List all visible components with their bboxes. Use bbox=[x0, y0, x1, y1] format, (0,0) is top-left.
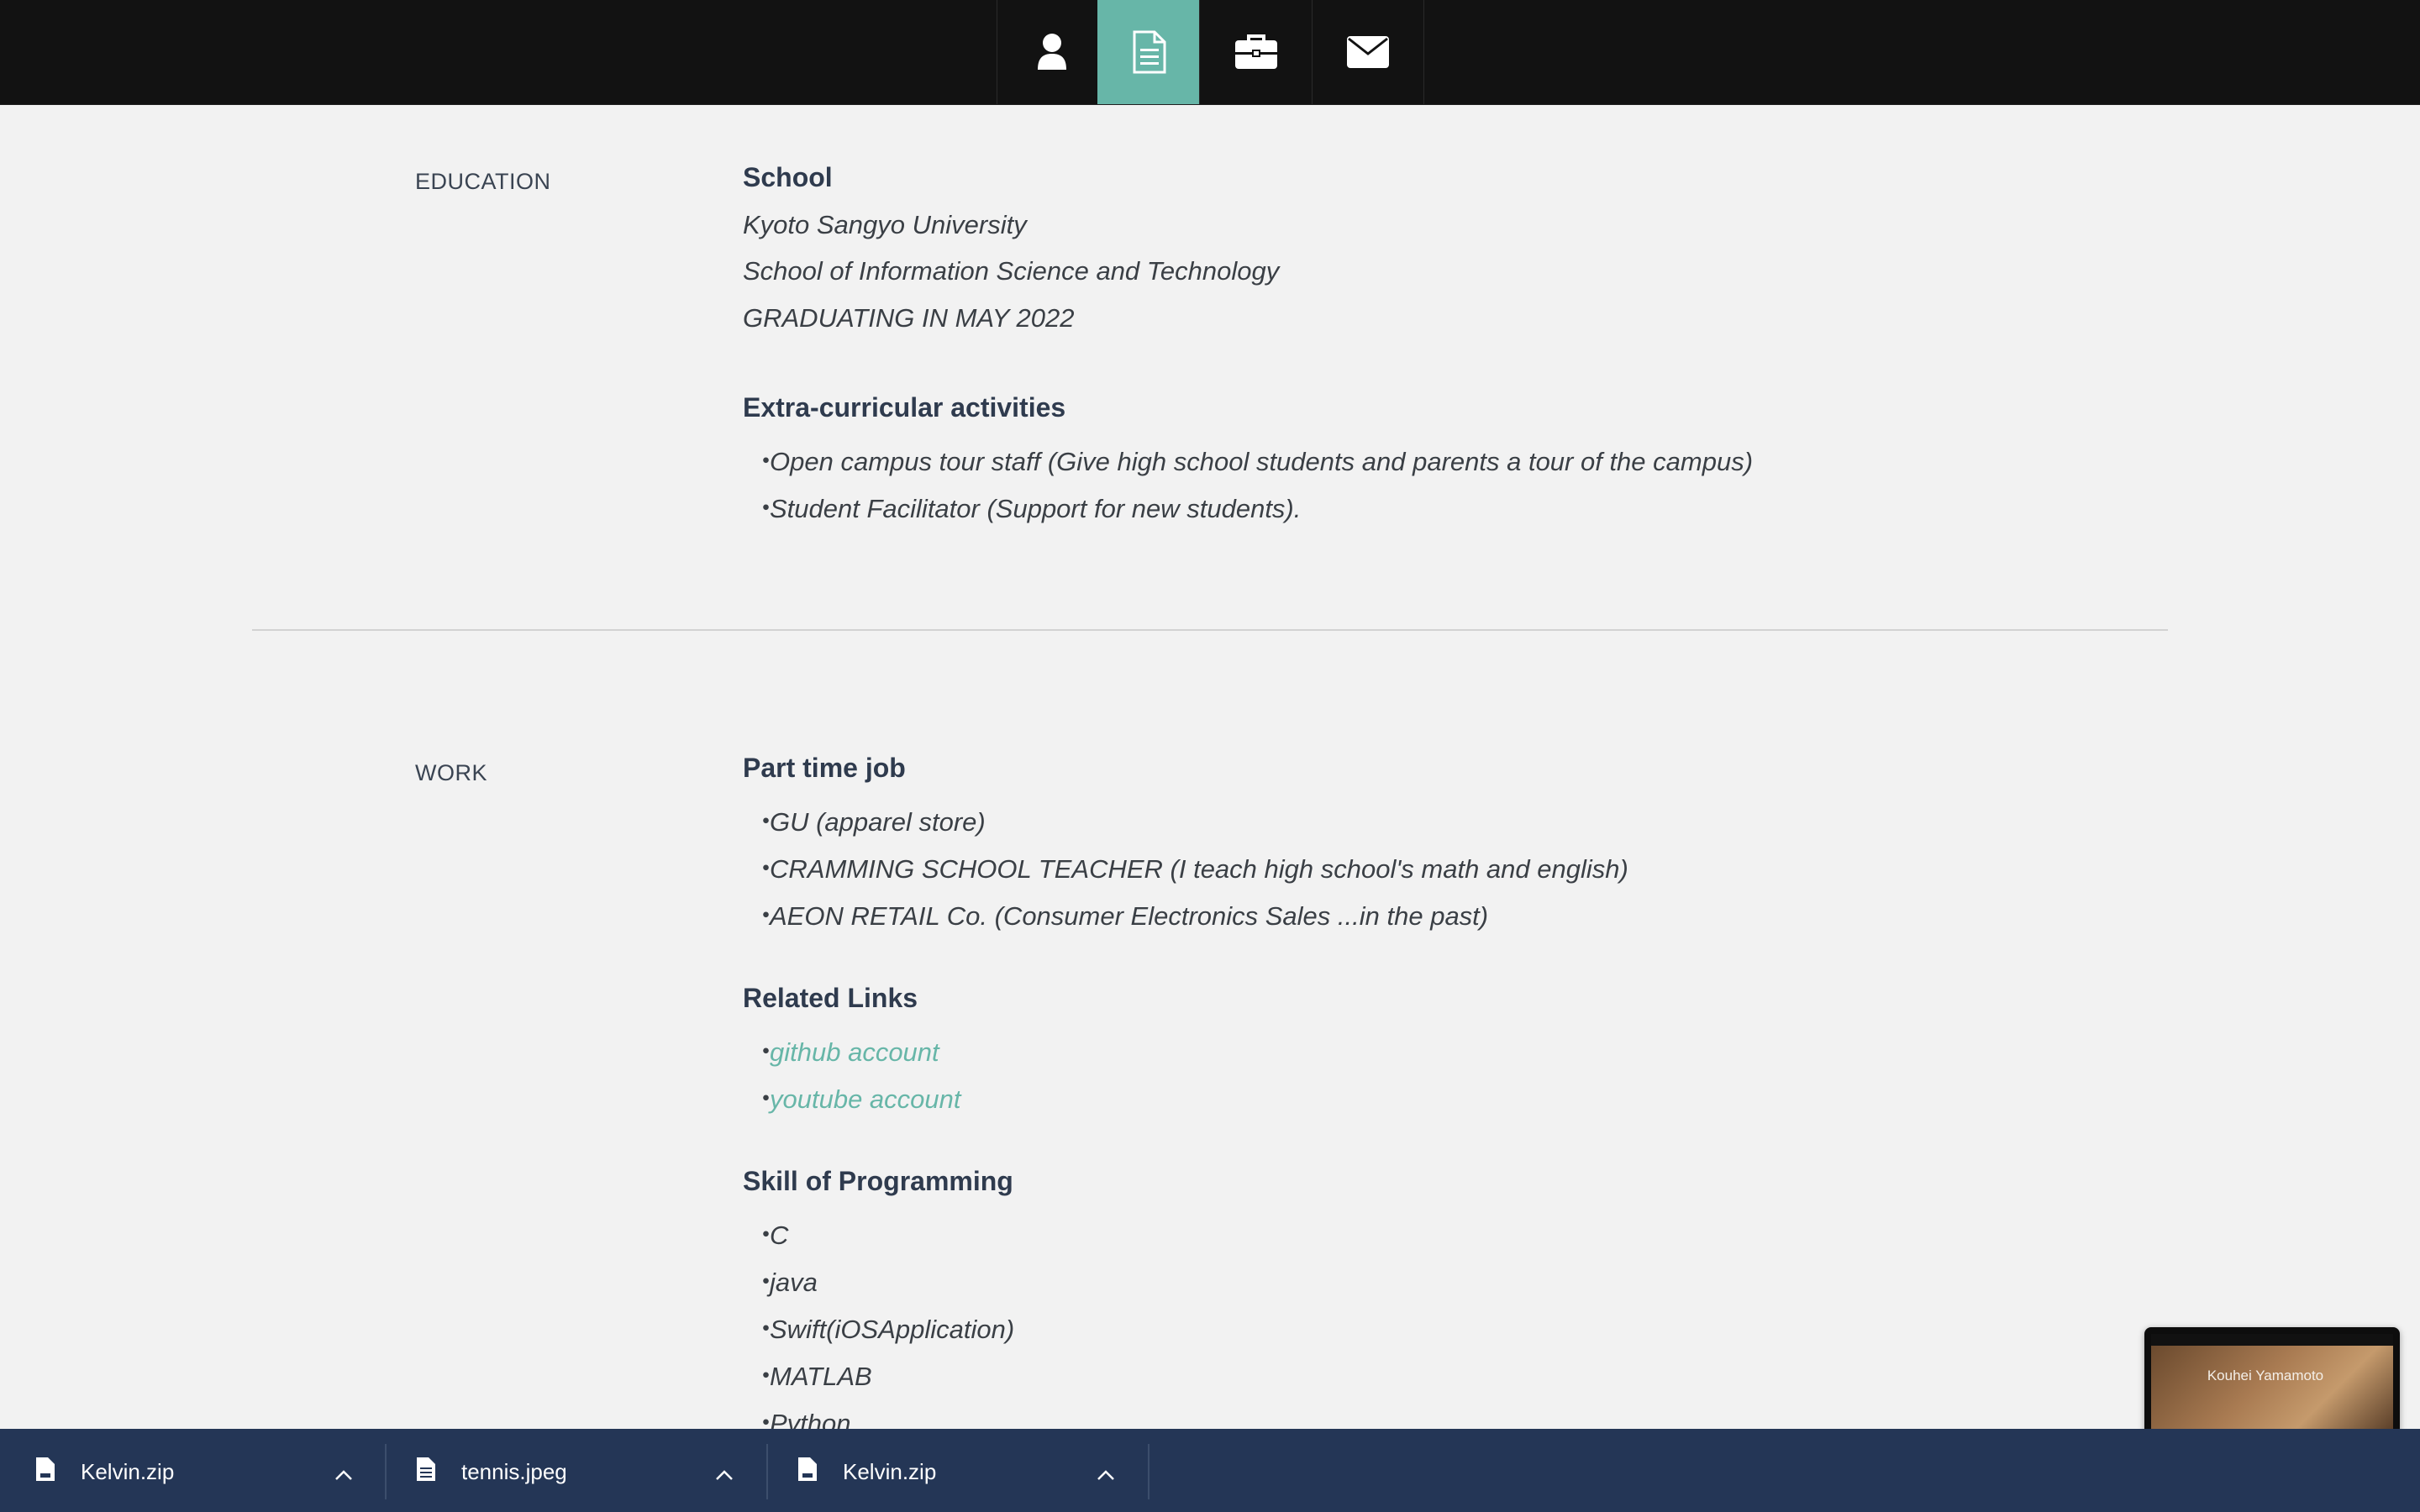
school-name: Kyoto Sangyo University bbox=[743, 210, 1027, 239]
section-label-education: EDUCATION bbox=[415, 169, 551, 194]
chevron-up-icon[interactable] bbox=[715, 1461, 734, 1487]
nav-portfolio-button[interactable] bbox=[1199, 0, 1313, 104]
thumbnail-nav bbox=[2151, 1334, 2393, 1346]
list-item: ・Open campus tour staff (Give high schoo… bbox=[753, 447, 1754, 476]
top-nav bbox=[0, 0, 2420, 105]
thumbnail-photo bbox=[2151, 1346, 2393, 1430]
list-item: ・Swift(iOSApplication) bbox=[753, 1315, 1015, 1344]
list-item: ・Student Facilitator (Support for new st… bbox=[753, 494, 1302, 523]
download-item[interactable]: Kelvin.zip bbox=[0, 1429, 380, 1512]
document-icon bbox=[1131, 30, 1168, 74]
youtube-link[interactable]: youtube account bbox=[770, 1084, 961, 1114]
section-label-work: WORK bbox=[415, 760, 487, 785]
school-faculty: School of Information Science and Techno… bbox=[743, 256, 1280, 286]
image-file-icon bbox=[416, 1457, 436, 1488]
github-link[interactable]: github account bbox=[770, 1037, 939, 1067]
list-item: ・CRAMMING SCHOOL TEACHER (I teach high s… bbox=[753, 854, 1628, 884]
nav-contact-button[interactable] bbox=[1312, 0, 1424, 104]
list-item: ・youtube account bbox=[753, 1084, 961, 1114]
nav-resume-button[interactable] bbox=[1097, 0, 1200, 104]
list-item: ・C bbox=[753, 1221, 789, 1250]
chevron-up-icon[interactable] bbox=[1097, 1461, 1115, 1487]
school-heading: School bbox=[743, 162, 833, 192]
file-icon bbox=[797, 1457, 818, 1488]
file-icon bbox=[35, 1457, 55, 1488]
graduation-date: GRADUATING IN MAY 2022 bbox=[743, 303, 1075, 333]
download-filename: Kelvin.zip bbox=[81, 1459, 175, 1484]
downloads-bar: Kelvin.zip tennis.jpeg Kelvin.zip bbox=[0, 1429, 2420, 1512]
job-heading: Part time job bbox=[743, 753, 906, 783]
section-divider bbox=[252, 629, 2168, 631]
briefcase-icon bbox=[1234, 34, 1278, 71]
user-icon bbox=[1036, 33, 1068, 71]
download-filename: Kelvin.zip bbox=[843, 1459, 937, 1484]
list-item: ・MATLAB bbox=[753, 1362, 872, 1391]
list-item: ・java bbox=[753, 1268, 818, 1297]
list-item: ・GU (apparel store) bbox=[753, 807, 986, 837]
download-filename: tennis.jpeg bbox=[461, 1459, 567, 1484]
download-item[interactable]: Kelvin.zip bbox=[762, 1429, 1142, 1512]
list-item: ・AEON RETAIL Co. (Consumer Electronics S… bbox=[753, 901, 1489, 931]
skills-heading: Skill of Programming bbox=[743, 1166, 1013, 1196]
download-item[interactable]: tennis.jpeg bbox=[381, 1429, 760, 1512]
activities-heading: Extra-curricular activities bbox=[743, 392, 1066, 423]
list-item: ・github account bbox=[753, 1037, 939, 1067]
links-heading: Related Links bbox=[743, 983, 918, 1013]
nav-about-button[interactable] bbox=[997, 0, 1107, 104]
chevron-up-icon[interactable] bbox=[334, 1461, 353, 1487]
download-separator bbox=[1148, 1444, 1150, 1499]
thumbnail-title: Kouhei Yamamoto bbox=[2207, 1368, 2324, 1383]
envelope-icon bbox=[1346, 35, 1390, 69]
